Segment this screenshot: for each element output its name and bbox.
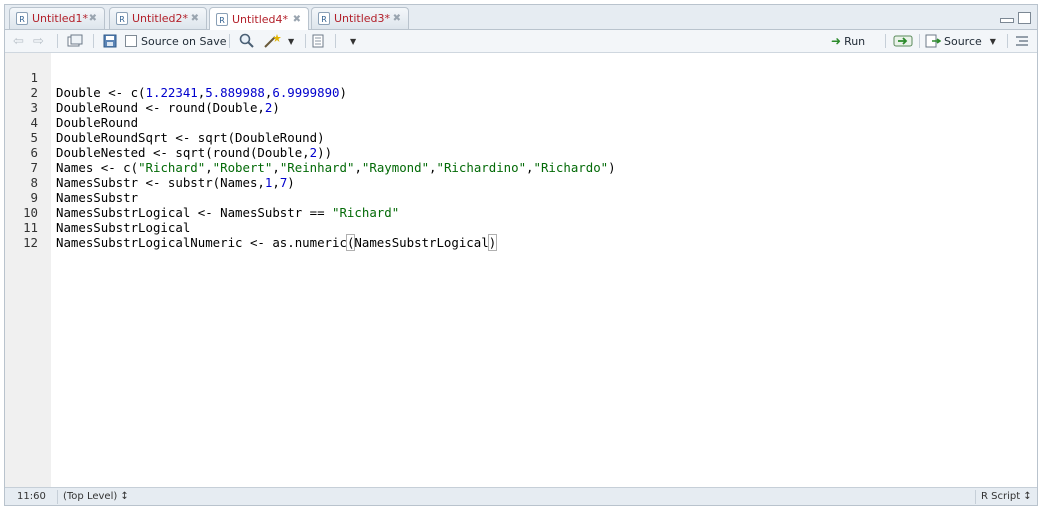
more-options-dropdown[interactable]: ▼ <box>345 33 356 49</box>
cursor-position: 11:60 <box>17 491 46 502</box>
minimize-pane-icon[interactable] <box>1000 18 1014 23</box>
code-line[interactable]: 2 DoubleRound <- round(Double,2) <box>5 70 1037 115</box>
tab-label: Untitled2* <box>132 12 189 25</box>
tab-bar: R Untitled1* ✖ R Untitled2* ✖ R Untitled… <box>5 5 1037 30</box>
source-on-save-checkbox[interactable]: Source on Save <box>125 33 226 49</box>
text-cursor <box>496 235 498 249</box>
close-icon[interactable]: ✖ <box>293 14 301 25</box>
tab-untitled1[interactable]: R Untitled1* ✖ <box>9 7 105 29</box>
code-line[interactable]: 5 DoubleNested <- sqrt(round(Double,2)) <box>5 115 1037 160</box>
maximize-pane-icon[interactable] <box>1018 12 1031 24</box>
tab-label: Untitled3* <box>334 12 391 25</box>
run-label: Run <box>844 34 866 48</box>
code-line[interactable]: 6 Names <- c("Richard","Robert","Reinhar… <box>5 130 1037 175</box>
checkbox-icon[interactable] <box>125 35 137 47</box>
code-line[interactable]: 3 DoubleRound <box>5 85 1037 130</box>
code-line[interactable]: 9 NamesSubstrLogical <- NamesSubstr == "… <box>5 175 1037 220</box>
code-line[interactable]: 7 NamesSubstr <- substr(Names,1,7) <box>5 145 1037 190</box>
file-type-selector[interactable]: R Script ↕ <box>981 491 1032 502</box>
code-line[interactable]: 11 NamesSubstrLogicalNumeric <- as.numer… <box>5 205 1037 251</box>
tab-untitled2[interactable]: R Untitled2* ✖ <box>109 7 207 29</box>
code-line[interactable]: 10 NamesSubstrLogical <box>5 190 1037 235</box>
code-line[interactable]: 4 DoubleRoundSqrt <- sqrt(DoubleRound) <box>5 100 1037 145</box>
source-button[interactable]: Source ▼ <box>925 33 996 49</box>
source-editor-pane: R Untitled1* ✖ R Untitled2* ✖ R Untitled… <box>4 4 1038 506</box>
run-arrow-icon: ➜ <box>831 34 842 48</box>
close-icon[interactable]: ✖ <box>89 13 97 24</box>
close-icon[interactable]: ✖ <box>191 13 199 24</box>
outline-list-icon[interactable] <box>1015 33 1029 49</box>
code-line[interactable]: 8 NamesSubstr <box>5 160 1037 205</box>
compile-report-icon[interactable] <box>311 33 325 49</box>
source-file-icon <box>925 34 941 48</box>
tab-label: Untitled1* <box>32 12 89 25</box>
close-icon[interactable]: ✖ <box>393 13 401 24</box>
source-on-save-label: Source on Save <box>141 34 227 48</box>
r-script-icon: R <box>318 12 330 25</box>
code-line[interactable]: 12 <box>5 220 1037 250</box>
scope-selector[interactable]: (Top Level) ↕ <box>63 491 129 502</box>
code-editor[interactable]: 1 Double <- c(1.22341,5.889988,6.9999890… <box>5 53 1037 487</box>
r-script-icon: R <box>216 12 228 26</box>
tab-untitled3[interactable]: R Untitled3* ✖ <box>311 7 409 29</box>
forward-arrow-icon[interactable]: ⇨ <box>33 33 44 49</box>
code-tools-wand-icon[interactable]: ▼ <box>263 33 294 49</box>
chevron-down-icon[interactable]: ▼ <box>990 37 996 46</box>
line-number: 12 <box>23 235 38 250</box>
r-script-icon: R <box>116 12 128 25</box>
tab-untitled4[interactable]: R Untitled4* ✖ <box>209 7 309 30</box>
pane-window-controls <box>1000 12 1031 24</box>
source-label: Source <box>944 34 982 48</box>
search-icon[interactable] <box>239 33 255 49</box>
line-code: NamesSubstrLogicalNumeric <- as.numeric(… <box>56 234 498 251</box>
show-in-window-icon[interactable] <box>67 33 83 49</box>
back-arrow-icon[interactable]: ⇦ <box>13 33 24 49</box>
editor-toolbar: ⇦ ⇨ Source on Save ▼ ▼ ➜ Run Source ▼ <box>5 30 1037 53</box>
run-button[interactable]: ➜ Run <box>831 33 865 49</box>
code-line[interactable]: 1 Double <- c(1.22341,5.889988,6.9999890… <box>5 55 1037 100</box>
rerun-icon[interactable] <box>893 33 913 49</box>
tab-label: Untitled4* <box>232 12 289 26</box>
status-bar: 11:60 (Top Level) ↕ R Script ↕ <box>5 487 1037 505</box>
save-icon[interactable] <box>103 33 117 49</box>
r-script-icon: R <box>16 12 28 25</box>
